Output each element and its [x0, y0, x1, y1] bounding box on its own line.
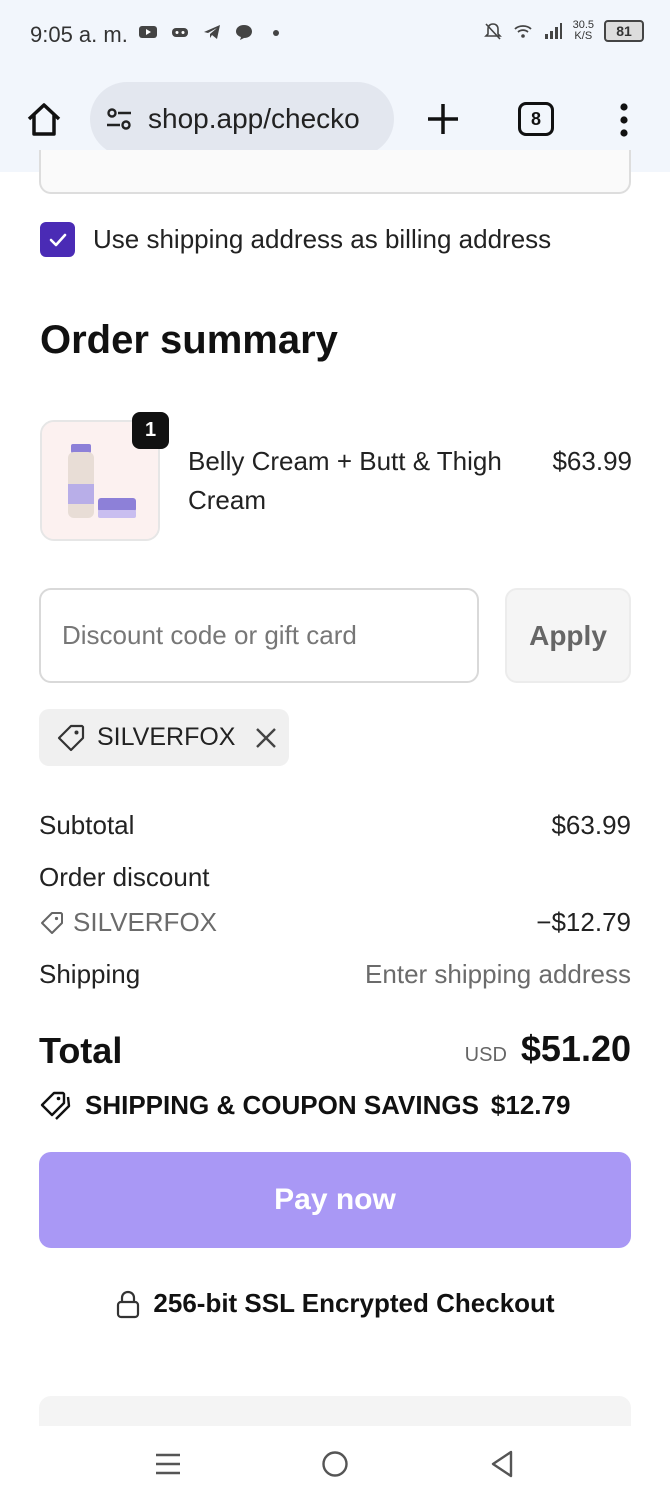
next-section-edge	[39, 1396, 631, 1426]
subtotal-row: Subtotal $63.99	[39, 810, 631, 841]
shipping-value: Enter shipping address	[365, 959, 631, 989]
discount-detail-row: SILVERFOX −$12.79	[39, 907, 631, 938]
discount-code-input[interactable]	[39, 588, 479, 683]
browser-toolbar: shop.app/checko 8	[0, 82, 670, 156]
bell-off-icon	[483, 23, 502, 40]
total-value: $51.20	[520, 1028, 631, 1069]
ssl-notice: 256-bit SSL Encrypted Checkout	[0, 1288, 670, 1319]
new-tab-icon[interactable]	[424, 100, 462, 138]
product-name: Belly Cream + Butt & Thigh Cream	[188, 446, 502, 515]
savings-value: $12.79	[490, 1089, 571, 1120]
savings-label: SHIPPING & COUPON SAVINGS	[85, 1089, 479, 1120]
battery-indicator: 81	[604, 20, 644, 42]
order-discount-row: Order discount	[39, 862, 631, 893]
tag-icon	[41, 911, 63, 934]
browser-chrome: 9:05 a. m. 30.5 K/S 81 shop.app/checko 8	[0, 0, 670, 172]
billing-checkbox[interactable]	[40, 222, 75, 257]
url-text: shop.app/checko	[148, 103, 360, 134]
tab-switcher-button[interactable]: 8	[518, 102, 554, 136]
home-icon[interactable]	[24, 100, 64, 140]
tag-icon	[57, 724, 85, 751]
savings-summary: SHIPPING & COUPON SAVINGS $12.79	[39, 1088, 570, 1122]
shipping-row: Shipping Enter shipping address	[39, 959, 631, 990]
chat-icon	[236, 25, 252, 40]
youtube-icon	[139, 26, 157, 38]
product-price: $63.99	[552, 446, 632, 476]
apply-discount-button[interactable]: Apply	[505, 588, 631, 683]
telegram-icon	[204, 25, 220, 39]
signal-icon	[544, 23, 562, 39]
address-bar[interactable]: shop.app/checko	[90, 82, 394, 156]
system-icons: 30.5 K/S 81	[483, 20, 644, 42]
pay-now-button[interactable]: Pay now	[39, 1152, 631, 1248]
checkmark-icon	[49, 233, 66, 246]
more-options-icon[interactable]	[612, 100, 636, 140]
site-settings-icon[interactable]	[104, 104, 134, 134]
back-icon[interactable]	[486, 1448, 518, 1480]
lock-icon	[117, 1290, 140, 1318]
applied-coupon-code: SILVERFOX	[97, 723, 236, 751]
subtotal-label: Subtotal	[39, 810, 135, 840]
total-label: Total	[39, 1030, 123, 1071]
ssl-label: 256-bit SSL Encrypted Checkout	[153, 1288, 555, 1318]
remove-coupon-icon[interactable]	[253, 725, 279, 751]
status-bar: 9:05 a. m. 30.5 K/S 81	[0, 0, 670, 68]
wifi-icon	[513, 25, 532, 38]
billing-same-as-shipping[interactable]: Use shipping address as billing address	[40, 222, 551, 257]
order-discount-label: Order discount	[39, 862, 210, 892]
order-line-item: 1 Belly Cream + Butt & Thigh Cream $63.9…	[40, 412, 632, 544]
tab-count: 8	[530, 108, 541, 129]
discount-value: −$12.79	[536, 907, 631, 937]
previous-field-edge	[39, 150, 631, 194]
currency-code: USD	[464, 1044, 507, 1066]
notification-icons	[138, 22, 286, 42]
system-navigation-bar	[0, 1426, 670, 1500]
status-time: 9:05 a. m.	[30, 22, 128, 47]
recent-apps-icon[interactable]	[152, 1448, 184, 1480]
quantity-badge: 1	[132, 412, 169, 449]
total-amount: USD $51.20	[465, 1028, 631, 1070]
discount-code-label: SILVERFOX	[73, 907, 218, 937]
shipping-label: Shipping	[39, 959, 141, 989]
dot-icon	[273, 30, 279, 36]
billing-checkbox-label[interactable]: Use shipping address as billing address	[93, 224, 551, 255]
game-icon	[172, 28, 188, 37]
network-speed: 30.5 K/S	[572, 19, 594, 42]
home-nav-icon[interactable]	[319, 1448, 351, 1480]
order-summary-title: Order summary	[40, 318, 338, 362]
applied-coupon-chip: SILVERFOX	[39, 709, 289, 766]
subtotal-value: $63.99	[551, 810, 631, 840]
savings-tags-icon	[40, 1091, 71, 1120]
